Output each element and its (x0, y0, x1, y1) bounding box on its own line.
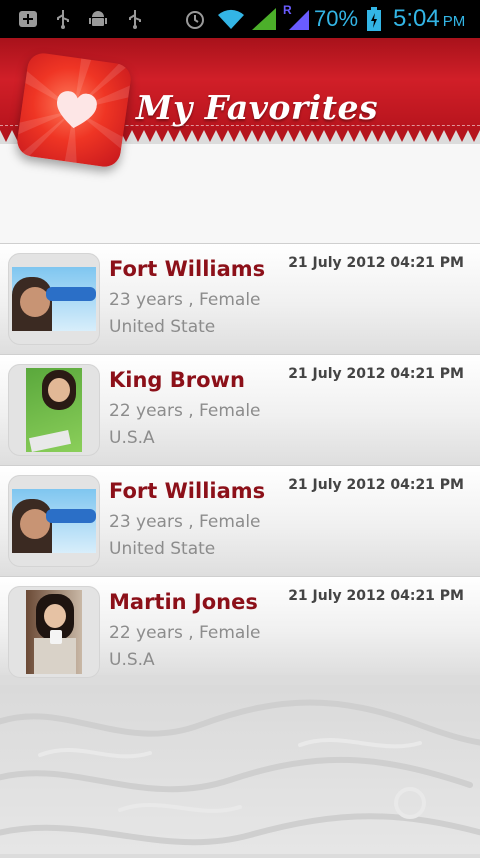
favorite-item[interactable]: Fort Williams 23 years , Female United S… (0, 243, 480, 354)
favorite-details: 23 years , Female (109, 512, 261, 532)
wifi-icon (218, 9, 244, 29)
favorite-details: 23 years , Female (109, 290, 261, 310)
favorite-item[interactable]: Martin Jones 22 years , Female U.S.A 21 … (0, 576, 480, 678)
favorite-name: Martin Jones (109, 590, 258, 614)
battery-percent: 70% (314, 6, 359, 31)
app-logo (15, 51, 133, 169)
heart-icon (57, 91, 97, 129)
battery-charging-icon (367, 7, 381, 31)
signal-icon (252, 8, 276, 30)
clock: 5:04 PM (393, 5, 465, 33)
favorite-name: King Brown (109, 368, 245, 392)
favorite-item[interactable]: King Brown 22 years , Female U.S.A 21 Ju… (0, 354, 480, 465)
usb-icon (129, 10, 141, 29)
thumbnail-frame (8, 586, 100, 678)
add-notification-icon (19, 11, 37, 27)
person-with-cup-photo (26, 590, 82, 674)
clock-time: 5:04 (393, 5, 440, 32)
page-title: My Favorites (136, 88, 379, 127)
favorite-date: 21 July 2012 04:21 PM (288, 366, 464, 382)
favorite-item[interactable]: Fort Williams 23 years , Female United S… (0, 465, 480, 576)
favorite-country: U.S.A (109, 428, 155, 448)
person-drinking-photo (12, 489, 96, 553)
wave-ornament (0, 699, 480, 846)
favorite-country: United State (109, 539, 216, 559)
favorites-list: Fort Williams 23 years , Female United S… (0, 243, 480, 678)
favorite-details: 22 years , Female (109, 401, 261, 421)
person-drinking-photo (12, 267, 96, 331)
android-debug-icon (89, 11, 107, 26)
favorite-date: 21 July 2012 04:21 PM (288, 588, 464, 604)
favorite-name: Fort Williams (109, 257, 266, 281)
favorite-country: U.S.A (109, 650, 155, 670)
thumbnail-frame (8, 364, 100, 456)
background-wave-pattern (0, 685, 480, 854)
signal-roaming-icon (289, 10, 309, 30)
favorite-country: United State (109, 317, 216, 337)
favorite-date: 21 July 2012 04:21 PM (288, 477, 464, 493)
status-bar: R 70% 5:04 PM (0, 0, 480, 38)
favorite-details: 22 years , Female (109, 623, 261, 643)
usb-icon (57, 10, 69, 29)
person-on-grass-photo (26, 368, 82, 452)
clock-ampm: PM (442, 13, 466, 30)
favorite-date: 21 July 2012 04:21 PM (288, 255, 464, 271)
thumbnail-frame (8, 475, 100, 567)
thumbnail-frame (8, 253, 100, 345)
alarm-icon (186, 11, 204, 29)
favorite-name: Fort Williams (109, 479, 266, 503)
